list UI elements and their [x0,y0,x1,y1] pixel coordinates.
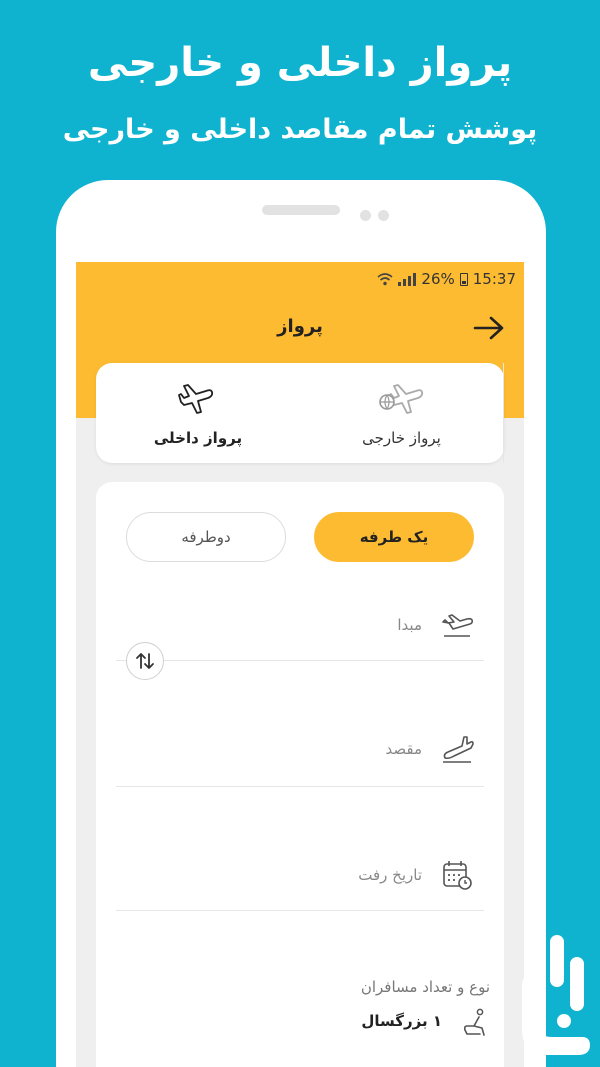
destination-label: مقصد [385,740,422,758]
passenger-seat-icon[interactable] [460,1008,490,1038]
phone-speaker [262,205,340,215]
phone-sensor [360,210,371,221]
swap-icon [136,653,154,669]
signal-icon [398,272,417,286]
passengers-title: نوع و تعداد مسافران [360,978,490,996]
departure-date-label: تاریخ رفت [358,866,422,884]
departure-date-field[interactable]: تاریخ رفت [116,856,484,896]
airplane-icon [178,384,214,414]
wifi-icon [377,273,393,286]
passengers-value[interactable]: ۱ بزرگسال [361,1012,442,1030]
destination-field[interactable]: مقصد [116,730,484,770]
page-title: پرواز [277,316,323,337]
arrow-right-icon[interactable] [472,314,506,342]
destination-divider [116,786,484,787]
promo-headline: پرواز داخلی و خارجی [87,40,513,86]
tab-label: پرواز خارجی [362,429,441,447]
app-screen: 26% 15:37 پرواز پرواز داخلی پرواز خارجی … [76,262,524,1067]
flight-search-form: یک طرفه دوطرفه مبدا مقصد تاریخ رفت نوع و… [96,482,504,1067]
tab-domestic-flight[interactable]: پرواز داخلی [96,363,300,463]
status-time: 15:37 [472,270,516,288]
takeoff-icon [442,614,474,637]
phone-camera [378,210,389,221]
cafe-bazaar-logo-icon [522,935,590,1055]
international-airplane-icon [378,384,423,414]
landing-icon [443,736,474,763]
date-divider [116,910,484,911]
status-bar: 26% 15:37 [377,268,516,290]
round-trip-button[interactable]: دوطرفه [126,512,286,562]
swap-button[interactable] [126,642,164,680]
tab-label: پرواز داخلی [153,429,243,447]
battery-icon [459,272,468,286]
origin-divider [116,660,484,661]
one-way-button[interactable]: یک طرفه [314,512,474,562]
flight-type-selector: پرواز داخلی پرواز خارجی [96,363,504,463]
tab-international-flight[interactable]: پرواز خارجی [300,363,504,463]
origin-label: مبدا [397,616,422,634]
promo-subline: پوشش تمام مقاصد داخلی و خارجی [62,114,538,145]
origin-field[interactable]: مبدا [116,606,484,646]
calendar-icon [443,861,472,890]
battery-percent: 26% [421,270,455,288]
